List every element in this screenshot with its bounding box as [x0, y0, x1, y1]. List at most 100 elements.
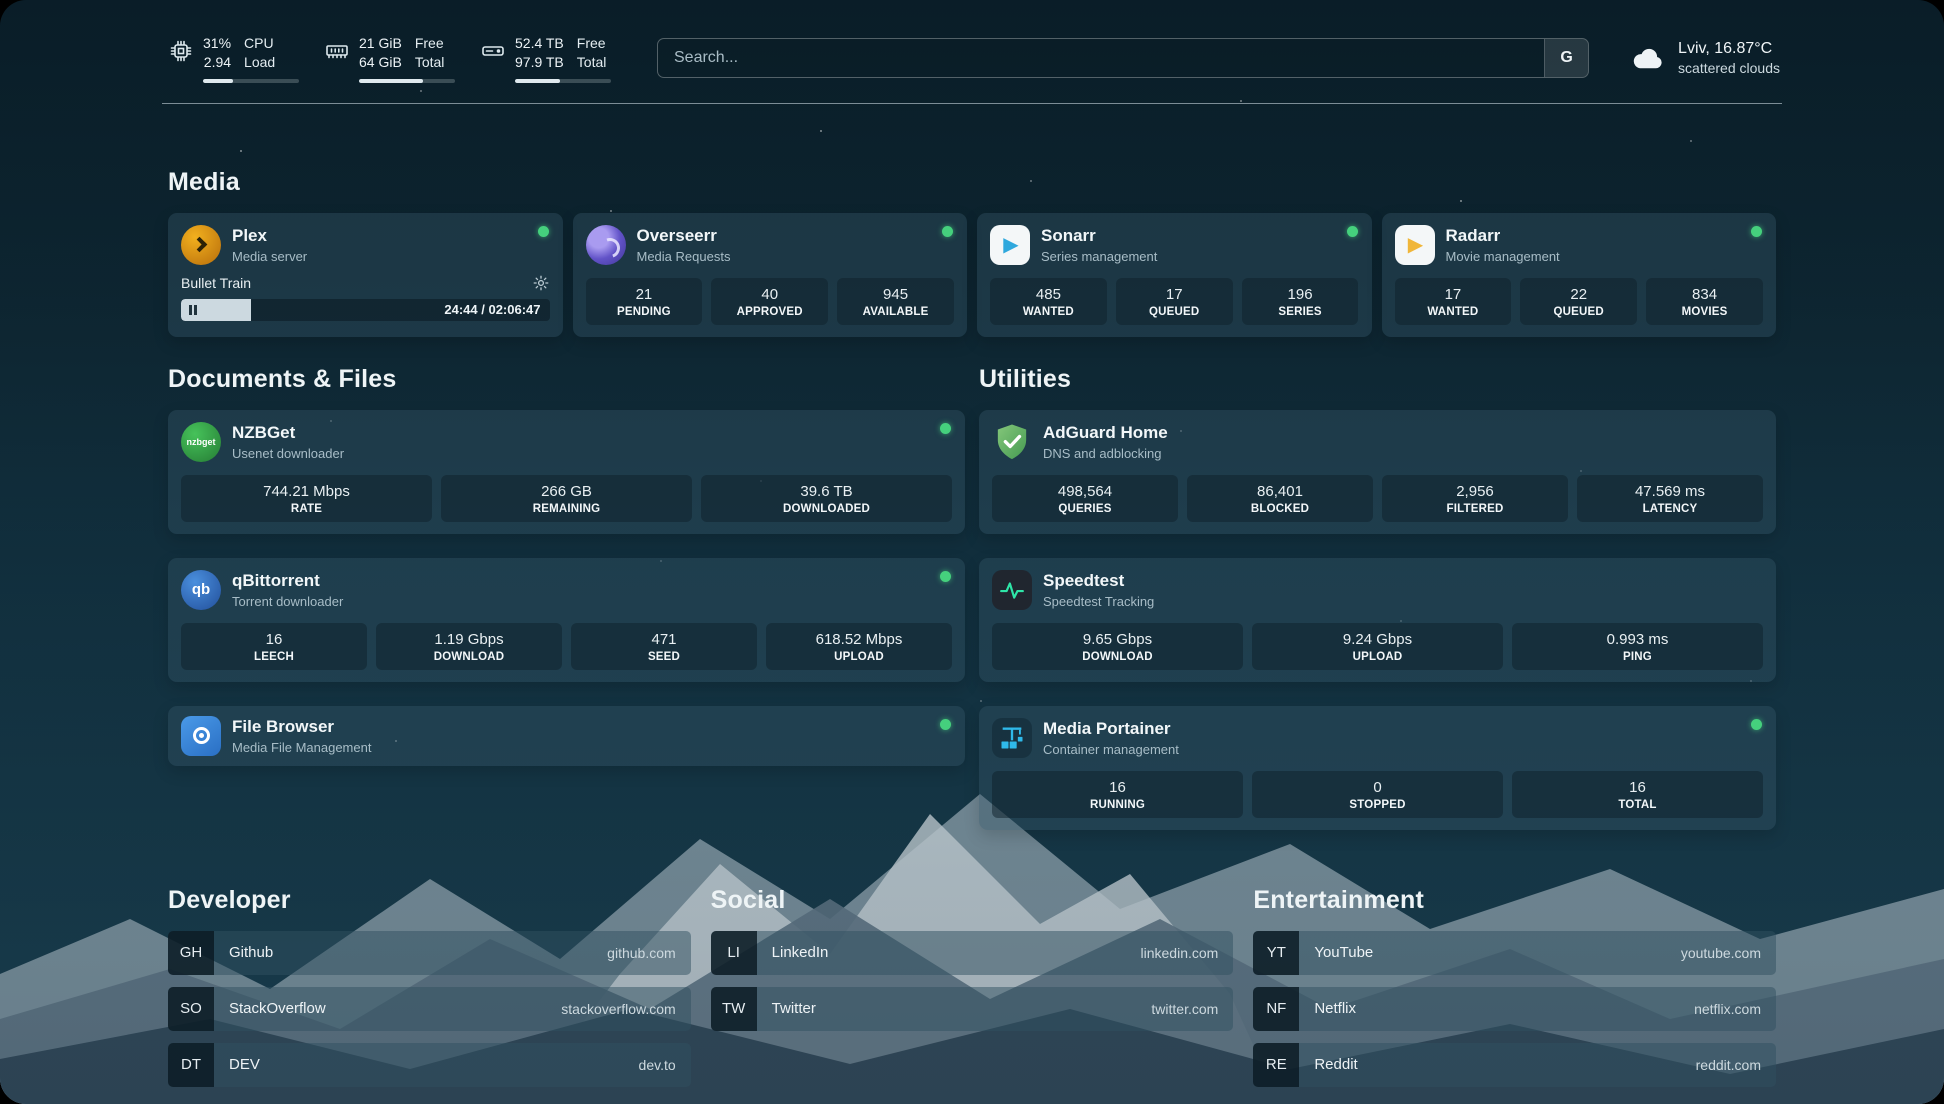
app-card-portainer[interactable]: Media Portainer Container management 16 … — [979, 706, 1776, 830]
app-card-overseerr[interactable]: Overseerr Media Requests 21 PENDING 40 A… — [573, 213, 968, 337]
bookmark-abbr: YT — [1253, 931, 1299, 975]
memory-free-value: 21 GiB — [359, 34, 402, 53]
header: 31% 2.94 CPU Load — [0, 0, 1944, 83]
stat-value: 0.993 ms — [1516, 631, 1759, 648]
app-title: Speedtest — [1043, 571, 1154, 591]
cpu-load-value: 2.94 — [204, 53, 231, 72]
bookmark-name: Reddit — [1314, 1056, 1695, 1073]
cpu-load-label: Load — [244, 53, 275, 72]
stat-value: 196 — [1246, 286, 1355, 303]
stat-box: 16 TOTAL — [1512, 771, 1763, 818]
app-card-sonarr[interactable]: ▶ Sonarr Series management 485 WANTED — [977, 213, 1372, 337]
sonarr-icon: ▶ — [990, 225, 1030, 265]
section-title-documents: Documents & Files — [168, 365, 965, 394]
stat-value: 2,956 — [1386, 483, 1564, 500]
app-title: AdGuard Home — [1043, 423, 1168, 443]
filebrowser-icon — [181, 716, 221, 756]
status-dot — [1751, 226, 1762, 237]
stat-value: 9.24 Gbps — [1256, 631, 1499, 648]
bookmark-linkedin[interactable]: LI LinkedIn linkedin.com — [711, 931, 1234, 975]
stat-box: 17 WANTED — [1395, 278, 1512, 325]
stat-label: DOWNLOAD — [380, 651, 558, 663]
stat-label: RUNNING — [996, 799, 1239, 811]
stat-label: SERIES — [1246, 306, 1355, 318]
system-stats: 31% 2.94 CPU Load — [169, 34, 611, 83]
app-card-nzbget[interactable]: nzbget NZBGet Usenet downloader 7 — [168, 410, 965, 534]
cpu-progress-fill — [203, 79, 233, 83]
status-dot — [538, 226, 549, 237]
app-card-speedtest[interactable]: Speedtest Speedtest Tracking 9.65 Gbps D… — [979, 558, 1776, 682]
bookmark-youtube[interactable]: YT YouTube youtube.com — [1253, 931, 1776, 975]
memory-stat: 21 GiB 64 GiB Free Total — [325, 34, 455, 83]
memory-progress-bar — [359, 79, 455, 83]
weather-location: Lviv, 16.87°C — [1678, 40, 1780, 58]
bookmark-stackoverflow[interactable]: SO StackOverflow stackoverflow.com — [168, 987, 691, 1031]
weather-widget: Lviv, 16.87°C scattered clouds — [1631, 40, 1780, 76]
stat-value: 21 — [590, 286, 699, 303]
bookmark-dev[interactable]: DT DEV dev.to — [168, 1043, 691, 1087]
memory-free-label: Free — [415, 34, 445, 53]
app-card-plex[interactable]: Plex Media server Bullet Train — [168, 213, 563, 337]
social-column: Social LI LinkedIn linkedin.com TW Twitt… — [711, 886, 1234, 1031]
stat-box: 485 WANTED — [990, 278, 1107, 325]
app-title: qBittorrent — [232, 571, 343, 591]
app-card-filebrowser[interactable]: File Browser Media File Management — [168, 706, 965, 766]
overseerr-icon — [586, 225, 626, 265]
stat-label: PING — [1516, 651, 1759, 663]
bookmark-twitter[interactable]: TW Twitter twitter.com — [711, 987, 1234, 1031]
stat-label: FILTERED — [1386, 503, 1564, 515]
stat-label: SEED — [575, 651, 753, 663]
search-input[interactable] — [658, 39, 1544, 77]
stat-box: 0.993 ms PING — [1512, 623, 1763, 670]
status-dot — [1347, 226, 1358, 237]
app-subtitle: Media Requests — [637, 249, 731, 264]
nzbget-icon: nzbget — [181, 422, 221, 462]
memory-progress-fill — [359, 79, 423, 83]
stat-value: 945 — [841, 286, 950, 303]
section-title-media: Media — [168, 168, 1776, 197]
developer-column: Developer GH Github github.com SO StackO… — [168, 886, 691, 1087]
stat-label: TOTAL — [1516, 799, 1759, 811]
app-card-adguard[interactable]: AdGuard Home DNS and adblocking 498,564 … — [979, 410, 1776, 534]
bookmark-name: Github — [229, 944, 607, 961]
search-provider-button[interactable]: G — [1544, 39, 1588, 77]
stat-box: 22 QUEUED — [1520, 278, 1637, 325]
app-card-qbittorrent[interactable]: qb qBittorrent Torrent downloader — [168, 558, 965, 682]
status-dot — [940, 719, 951, 730]
adguard-icon — [992, 422, 1032, 462]
stat-label: UPLOAD — [1256, 651, 1499, 663]
bookmark-netflix[interactable]: NF Netflix netflix.com — [1253, 987, 1776, 1031]
speedtest-icon — [992, 570, 1032, 610]
cpu-label: CPU — [244, 34, 275, 53]
stat-box: 16 RUNNING — [992, 771, 1243, 818]
app-card-radarr[interactable]: ▶ Radarr Movie management 17 WANTED — [1382, 213, 1777, 337]
bookmark-name: StackOverflow — [229, 1000, 561, 1017]
stat-label: DOWNLOADED — [705, 503, 948, 515]
bookmark-url: netflix.com — [1694, 1001, 1761, 1017]
app-title: Plex — [232, 226, 307, 246]
now-playing-title: Bullet Train — [181, 275, 251, 291]
cpu-usage-value: 31% — [203, 34, 231, 53]
stat-label: PENDING — [590, 306, 699, 318]
qbittorrent-icon-text: qb — [192, 581, 210, 598]
app-subtitle: Torrent downloader — [232, 594, 343, 609]
stat-box: 1.19 Gbps DOWNLOAD — [376, 623, 562, 670]
stat-value: 618.52 Mbps — [770, 631, 948, 648]
stat-label: LATENCY — [1581, 503, 1759, 515]
app-title: File Browser — [232, 717, 371, 737]
gear-icon[interactable] — [532, 274, 550, 292]
stat-value: 40 — [715, 286, 824, 303]
bookmark-abbr: NF — [1253, 987, 1299, 1031]
pause-icon[interactable] — [189, 305, 192, 315]
stat-value: 17 — [1399, 286, 1508, 303]
bookmark-abbr: LI — [711, 931, 757, 975]
bookmark-github[interactable]: GH Github github.com — [168, 931, 691, 975]
stat-value: 266 GB — [445, 483, 688, 500]
storage-free-value: 52.4 TB — [515, 34, 564, 53]
bookmark-abbr: DT — [168, 1043, 214, 1087]
stat-label: APPROVED — [715, 306, 824, 318]
bookmark-reddit[interactable]: RE Reddit reddit.com — [1253, 1043, 1776, 1087]
plex-icon — [181, 225, 221, 265]
stat-value: 834 — [1650, 286, 1759, 303]
storage-progress-fill — [515, 79, 560, 83]
